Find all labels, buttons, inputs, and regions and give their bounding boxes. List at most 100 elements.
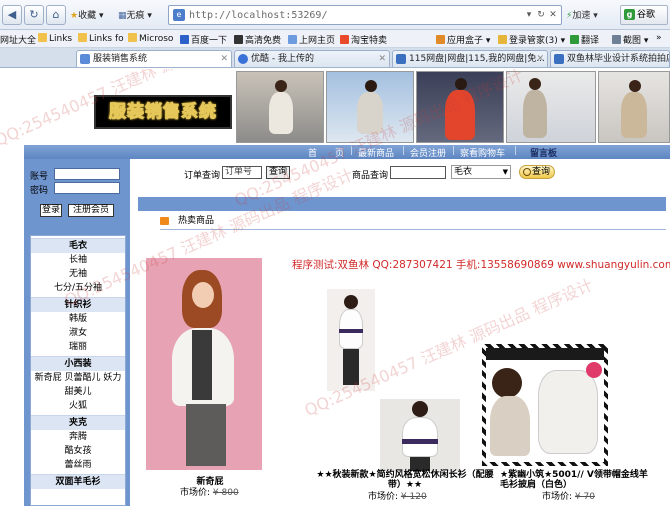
page-icon (80, 54, 90, 64)
tab-115-disk[interactable]: 115网盘|网盘|115,我的网盘|免... ✕ (392, 50, 548, 67)
hot-products-heading: 热卖商品 (160, 212, 666, 230)
stop-icon[interactable]: ✕ (547, 9, 559, 21)
page-icon: e (173, 9, 185, 21)
nav-home[interactable]: 首 页 (308, 146, 344, 159)
order-search-button[interactable]: 查询 (266, 166, 290, 179)
film-icon (234, 35, 243, 44)
category-panel: 毛衣 长袖 无袖 七分/五分袖 针织衫 韩版 淑女 瑞丽 小西装 新奇屁 贝蕾酷… (30, 235, 126, 506)
category-item[interactable]: 瑞丽 (31, 341, 125, 354)
password-input[interactable] (54, 182, 120, 194)
banner-photo (506, 71, 596, 143)
fav-item[interactable]: 淘宝特卖 (340, 33, 387, 46)
category-heading: 双面羊毛衫 (31, 474, 125, 489)
category-item[interactable]: 淑女 (31, 327, 125, 340)
go-icon[interactable]: ↻ (535, 9, 547, 21)
fav-item[interactable]: 百度一下 (180, 33, 227, 46)
main-area: 账号 密码 登录 注册会员 毛衣 长袖 无袖 七分/五分袖 针织衫 韩版 淑女 … (24, 159, 670, 506)
fav-item[interactable]: 翻译 (570, 33, 599, 46)
nav-new-products[interactable]: 最新商品 (358, 146, 394, 159)
google-button[interactable]: g 谷歌 (620, 5, 668, 25)
tab-bar: 服装销售系统 ✕ 优酷 - 我上传的 ✕ 115网盘|网盘|115,我的网盘|免… (0, 48, 670, 68)
product-search-input[interactable] (390, 166, 446, 179)
category-item[interactable]: 酷女孩 (31, 445, 125, 458)
order-number-input[interactable]: 订单号 (222, 166, 262, 179)
product-price: 市场价: ¥ 120 (368, 492, 427, 502)
favorites-bar: 网址大全 Links Links fo Microso 百度一下 高清免费 上网… (0, 30, 670, 48)
account-input[interactable] (54, 168, 120, 180)
more-icon[interactable]: » (656, 33, 662, 43)
browser-toolbar: ◀ ↻ ⌂ ★收藏 ▾ ▦无痕 ▾ e http://localhost:532… (0, 0, 670, 30)
product-search-button[interactable]: 查询 (519, 165, 555, 179)
product-price: 市场价: ¥ 800 (180, 488, 239, 498)
fav-item[interactable]: 截图 ▾ (612, 33, 648, 46)
category-item[interactable]: 奔腾 (31, 431, 125, 444)
site-header: 服装销售系统 (24, 69, 670, 145)
tab-paipai-shop[interactable]: 双鱼林毕业设计系统拍拍店 (550, 50, 670, 67)
product-image[interactable] (380, 399, 460, 471)
category-item[interactable]: 无袖 (31, 268, 125, 281)
category-item[interactable]: 长袖 (31, 254, 125, 267)
fav-item[interactable]: Links fo (78, 33, 124, 44)
key-icon (498, 35, 507, 44)
login-button[interactable]: 登录 (40, 204, 62, 217)
back-button[interactable]: ◀ (2, 5, 22, 25)
fav-item[interactable]: 高清免费 (234, 33, 281, 46)
category-heading: 小西装 (31, 356, 125, 371)
category-item[interactable]: 韩版 (31, 313, 125, 326)
nav-register[interactable]: 会员注册 (410, 146, 446, 159)
register-button[interactable]: 注册会员 (68, 204, 114, 217)
hot-icon (160, 217, 169, 225)
page-icon (554, 54, 564, 64)
close-icon[interactable]: ✕ (536, 51, 544, 67)
box-icon (436, 35, 445, 44)
nav-cart[interactable]: 察看购物车 (460, 146, 505, 159)
category-item[interactable]: 蕾丝雨 (31, 459, 125, 472)
fav-item[interactable]: Microso (128, 33, 173, 44)
back-arrow-icon: ◀ (7, 8, 17, 21)
fav-item[interactable]: 登录管家(3) ▾ (498, 33, 565, 46)
tab-youku[interactable]: 优酷 - 我上传的 ✕ (234, 50, 390, 67)
fav-item[interactable]: 应用盒子 ▾ (436, 33, 490, 46)
home-button[interactable]: ⌂ (46, 5, 66, 25)
banner-photo (236, 71, 324, 143)
incognito-menu[interactable]: ▦无痕 ▾ (118, 8, 152, 21)
product-name[interactable]: ★★秋装新款★简约风格宽松休闲长衫（配腰带）★★ (310, 470, 500, 490)
dropdown-icon[interactable]: ▾ (523, 9, 535, 21)
fav-item[interactable]: 上网主页 (288, 33, 335, 46)
url-text[interactable]: http://localhost:53269/ (189, 10, 327, 21)
close-icon[interactable]: ✕ (378, 51, 386, 67)
fav-item[interactable]: 网址大全 (0, 33, 36, 46)
fav-item[interactable]: Links (38, 33, 72, 44)
address-bar[interactable]: e http://localhost:53269/ ▾ ↻ ✕ (168, 5, 562, 25)
product-name[interactable]: ★紫幽小筑★5001// V领带帽金线羊毛衫披肩（白色） (500, 470, 650, 490)
youku-icon (238, 54, 248, 64)
banner-photo (326, 71, 414, 143)
category-item[interactable]: 火狐 (31, 400, 125, 413)
close-icon[interactable]: ✕ (220, 51, 228, 67)
category-item[interactable]: 新奇屁 贝蕾酷儿 妖力 (31, 372, 125, 385)
product-image[interactable] (482, 344, 608, 466)
grid-icon: ▦ (118, 11, 127, 21)
tab-clothing-system[interactable]: 服装销售系统 ✕ (76, 50, 232, 67)
refresh-button[interactable]: ↻ (24, 5, 44, 25)
left-sidebar: 账号 密码 登录 注册会员 毛衣 长袖 无袖 七分/五分袖 针织衫 韩版 淑女 … (24, 159, 130, 506)
nav-guestbook[interactable]: 留言板 (530, 146, 557, 159)
site-logo: 服装销售系统 (94, 95, 232, 129)
favorites-menu[interactable]: ★收藏 ▾ (70, 8, 103, 21)
category-select[interactable]: 毛衣 ▼ (451, 165, 511, 179)
category-item[interactable]: 七分/五分袖 (31, 282, 125, 295)
folder-icon (38, 33, 47, 42)
product-image[interactable] (146, 258, 262, 470)
home-icon: ⌂ (52, 8, 60, 21)
category-item[interactable]: 甜美儿 (31, 386, 125, 399)
refresh-icon: ↻ (29, 8, 39, 21)
product-search-label: 商品查询 (352, 171, 389, 181)
product-image[interactable] (327, 289, 375, 391)
banner-photo (598, 71, 670, 143)
password-label: 密码 (30, 186, 49, 196)
product-price: 市场价: ¥ 70 (542, 492, 595, 502)
category-heading: 夹克 (31, 415, 125, 430)
page-icon (340, 35, 349, 44)
speed-button[interactable]: ⚡加速 ▾ (566, 8, 598, 21)
paw-icon (180, 35, 189, 44)
